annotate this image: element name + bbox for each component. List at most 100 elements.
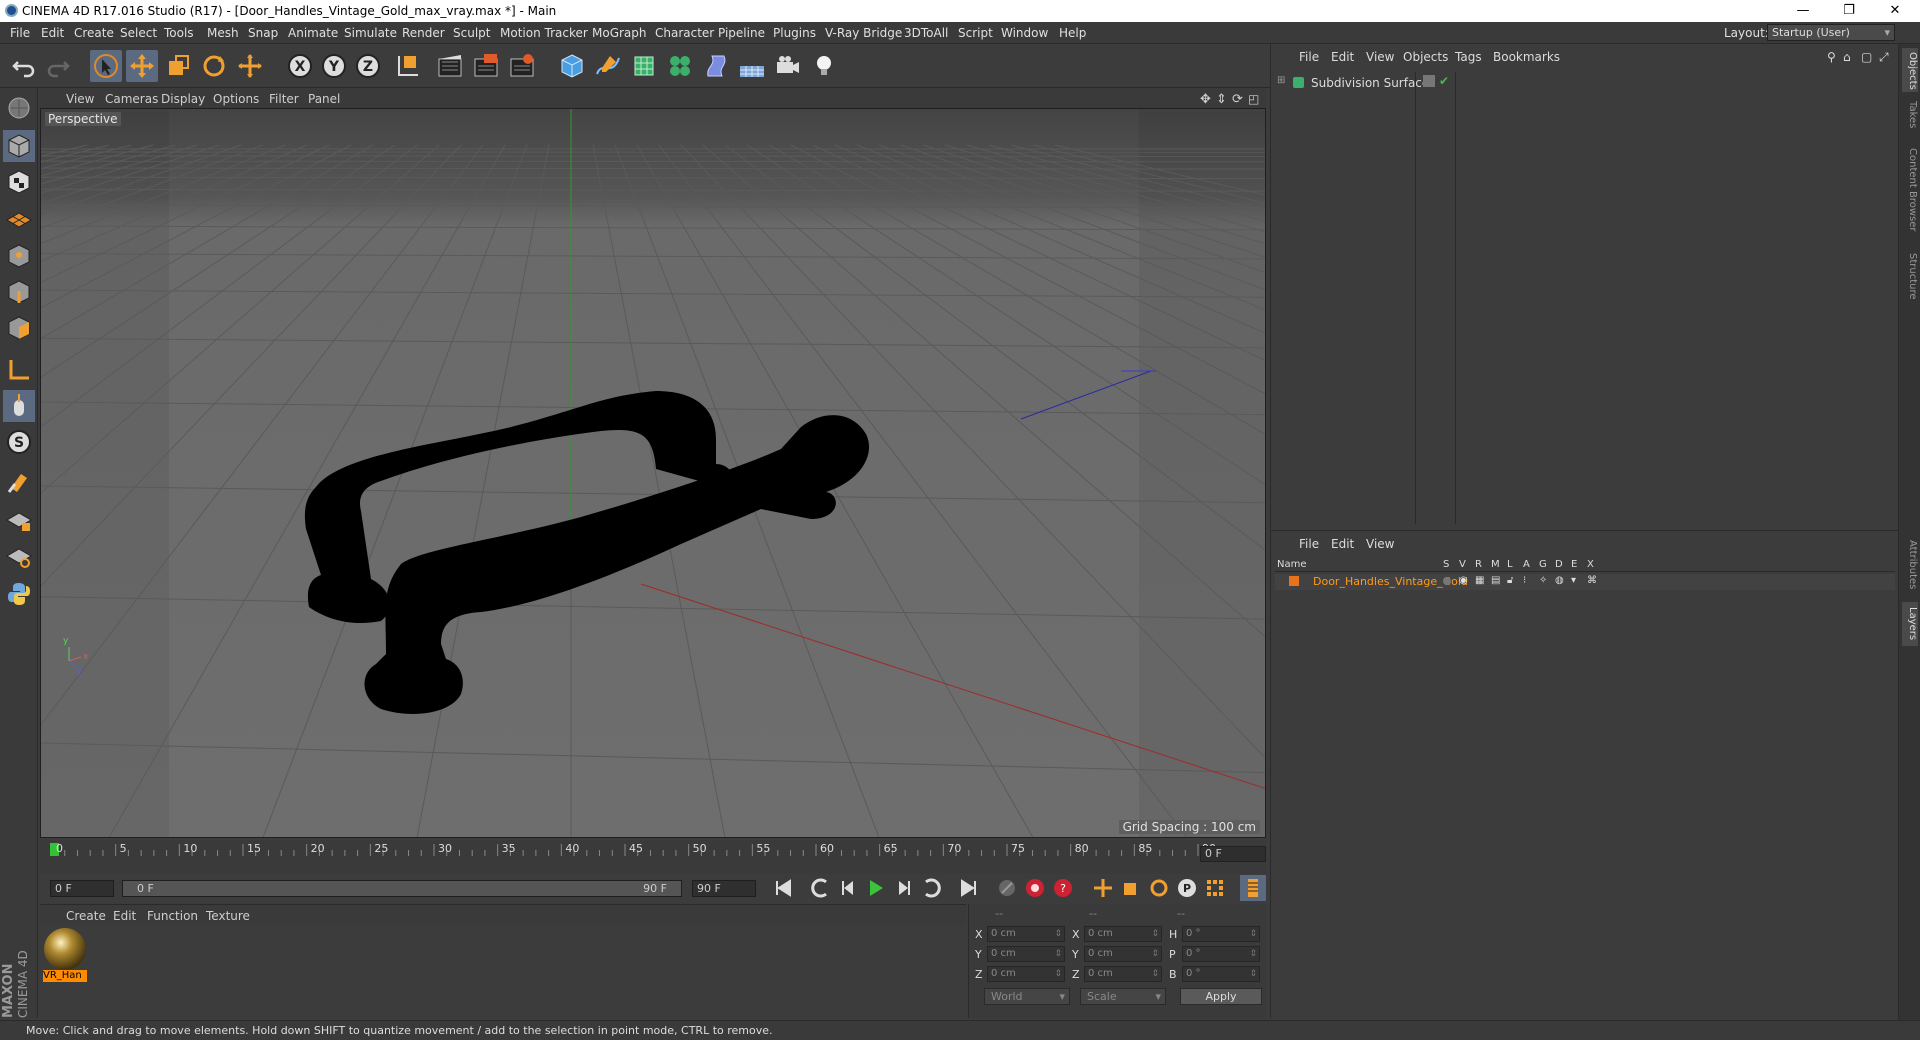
key-parameter-icon[interactable]: P <box>1174 875 1200 901</box>
layer-deformers-icon[interactable]: ◍ <box>1555 575 1564 586</box>
cube-object-icon[interactable] <box>556 50 588 82</box>
coord-scale-dropdown[interactable]: Scale <box>1080 988 1166 1005</box>
z-axis-lock-icon[interactable]: Z <box>352 50 384 82</box>
menu-motion-tracker[interactable]: Motion Tracker <box>500 26 588 40</box>
workplane-mode-icon[interactable] <box>3 202 35 234</box>
material-menu-function[interactable]: Function <box>147 909 198 923</box>
motion-record-icon[interactable] <box>994 875 1020 901</box>
object-search-icon[interactable]: ⚲ <box>1827 50 1836 64</box>
coord-pos-x-field[interactable]: 0 cm <box>987 926 1065 942</box>
object-menu-file[interactable]: File <box>1299 50 1319 64</box>
axis-mode-icon[interactable] <box>3 354 35 386</box>
tab-takes[interactable]: Takes <box>1902 96 1918 134</box>
edit-render-settings-icon[interactable] <box>506 50 538 82</box>
col-solo[interactable]: S <box>1443 559 1449 570</box>
floor-icon[interactable] <box>736 50 768 82</box>
y-axis-lock-icon[interactable]: Y <box>318 50 350 82</box>
key-position-icon[interactable] <box>1090 875 1116 901</box>
viewport-menu-filter[interactable]: Filter <box>269 92 299 106</box>
layer-row[interactable]: Door_Handles_Vintage_Gold ◉ ▦ ▤ 🔓︎ ⁝ ✧ ◍… <box>1275 574 1895 590</box>
menu-character[interactable]: Character <box>655 26 714 40</box>
menu-3dtoall[interactable]: 3DToAll <box>904 26 948 40</box>
object-row-subdivision-surface[interactable]: ⊞ Subdivision Surface ✔ <box>1275 74 1895 92</box>
coord-pos-y-field[interactable]: 0 cm <box>987 946 1065 962</box>
python-icon[interactable] <box>3 578 35 610</box>
menu-tools[interactable]: Tools <box>164 26 194 40</box>
tab-content-browser[interactable]: Content Browser <box>1902 138 1918 242</box>
coord-size-z-field[interactable]: 0 cm <box>1084 966 1162 982</box>
coord-rot-h-field[interactable]: 0 ° <box>1182 926 1260 942</box>
menu-snap[interactable]: Snap <box>248 26 278 40</box>
next-key-icon[interactable] <box>918 875 944 901</box>
snap-icon[interactable] <box>3 466 35 498</box>
layer-view-icon[interactable]: ◉ <box>1459 575 1468 586</box>
coord-world-dropdown[interactable]: World <box>984 988 1070 1005</box>
viewport-menu-cameras[interactable]: Cameras <box>105 92 158 106</box>
layer-animation-icon[interactable]: ⁝ <box>1523 575 1526 586</box>
object-menu-bookmarks[interactable]: Bookmarks <box>1493 50 1560 64</box>
recent-tool-icon[interactable] <box>234 50 266 82</box>
menu-simulate[interactable]: Simulate <box>344 26 397 40</box>
tab-attributes[interactable]: Attributes <box>1902 532 1918 598</box>
col-view[interactable]: V <box>1459 559 1466 570</box>
col-xref[interactable]: X <box>1587 559 1594 570</box>
object-menu-view[interactable]: View <box>1366 50 1394 64</box>
layer-solo-icon[interactable] <box>1443 577 1451 585</box>
points-mode-icon[interactable] <box>3 240 35 272</box>
coord-rot-p-field[interactable]: 0 ° <box>1182 946 1260 962</box>
layer-menu-view[interactable]: View <box>1366 537 1394 551</box>
menu-mograph[interactable]: MoGraph <box>592 26 647 40</box>
layer-lock-icon[interactable]: 🔓︎ <box>1507 575 1513 586</box>
go-to-end-icon[interactable] <box>956 875 982 901</box>
menu-edit[interactable]: Edit <box>41 26 64 40</box>
layer-visibility-icon[interactable] <box>1423 75 1435 87</box>
solo-mode-icon[interactable]: S <box>3 426 35 458</box>
restore-button[interactable]: ❐ <box>1826 0 1872 22</box>
col-animation[interactable]: A <box>1523 559 1530 570</box>
material-menu-texture[interactable]: Texture <box>206 909 250 923</box>
viewport-menu-options[interactable]: Options <box>213 92 259 106</box>
go-to-start-icon[interactable] <box>770 875 796 901</box>
viewport-menu-display[interactable]: Display <box>161 92 205 106</box>
object-menu-objects[interactable]: Objects <box>1403 50 1448 64</box>
coord-apply-button[interactable]: Apply <box>1180 988 1262 1005</box>
enabled-check-icon[interactable]: ✔ <box>1439 74 1449 88</box>
col-name[interactable]: Name <box>1277 559 1307 570</box>
coord-size-y-field[interactable]: 0 cm <box>1084 946 1162 962</box>
col-manager[interactable]: M <box>1491 559 1500 570</box>
layout-select[interactable]: Startup (User) <box>1767 24 1895 41</box>
subdivision-surface-icon[interactable] <box>628 50 660 82</box>
tab-objects[interactable]: Objects <box>1902 48 1918 92</box>
object-home-icon[interactable]: ⌂ <box>1843 50 1851 64</box>
viewport-zoom-icon[interactable]: ⇕ <box>1216 92 1227 107</box>
render-view-icon[interactable] <box>434 50 466 82</box>
menu-help[interactable]: Help <box>1059 26 1086 40</box>
menu-render[interactable]: Render <box>402 26 445 40</box>
light-icon[interactable] <box>808 50 840 82</box>
coord-pos-z-field[interactable]: 0 cm <box>987 966 1065 982</box>
layer-render-icon[interactable]: ▦ <box>1475 575 1484 586</box>
menu-mesh[interactable]: Mesh <box>207 26 239 40</box>
menu-sculpt[interactable]: Sculpt <box>453 26 490 40</box>
make-editable-icon[interactable] <box>3 92 35 124</box>
x-axis-lock-icon[interactable]: X <box>284 50 316 82</box>
minimize-button[interactable]: — <box>1780 0 1826 22</box>
menu-script[interactable]: Script <box>958 26 993 40</box>
viewport-move-icon[interactable]: ✥ <box>1200 92 1211 107</box>
viewport-menu-view[interactable]: View <box>66 92 94 106</box>
close-button[interactable]: ✕ <box>1872 0 1918 22</box>
timeline-ruler[interactable]: 051015202530354045505560657075808590 <box>40 840 1266 874</box>
coordinate-system-icon[interactable] <box>392 50 424 82</box>
edges-mode-icon[interactable] <box>3 276 35 308</box>
menu-select[interactable]: Select <box>120 26 157 40</box>
layer-expressions-icon[interactable]: ▾ <box>1571 575 1576 586</box>
layer-xref-icon[interactable]: ⌘ <box>1587 575 1597 586</box>
viewport-rotate-icon[interactable]: ⟳ <box>1232 92 1243 107</box>
menu-file[interactable]: File <box>10 26 30 40</box>
current-frame-field[interactable]: 0 F <box>1200 846 1266 862</box>
render-to-picture-viewer-icon[interactable] <box>470 50 502 82</box>
layer-menu-edit[interactable]: Edit <box>1331 537 1354 551</box>
object-menu-edit[interactable]: Edit <box>1331 50 1354 64</box>
viewport-menu-panel[interactable]: Panel <box>308 92 340 106</box>
layer-menu-file[interactable]: File <box>1299 537 1319 551</box>
